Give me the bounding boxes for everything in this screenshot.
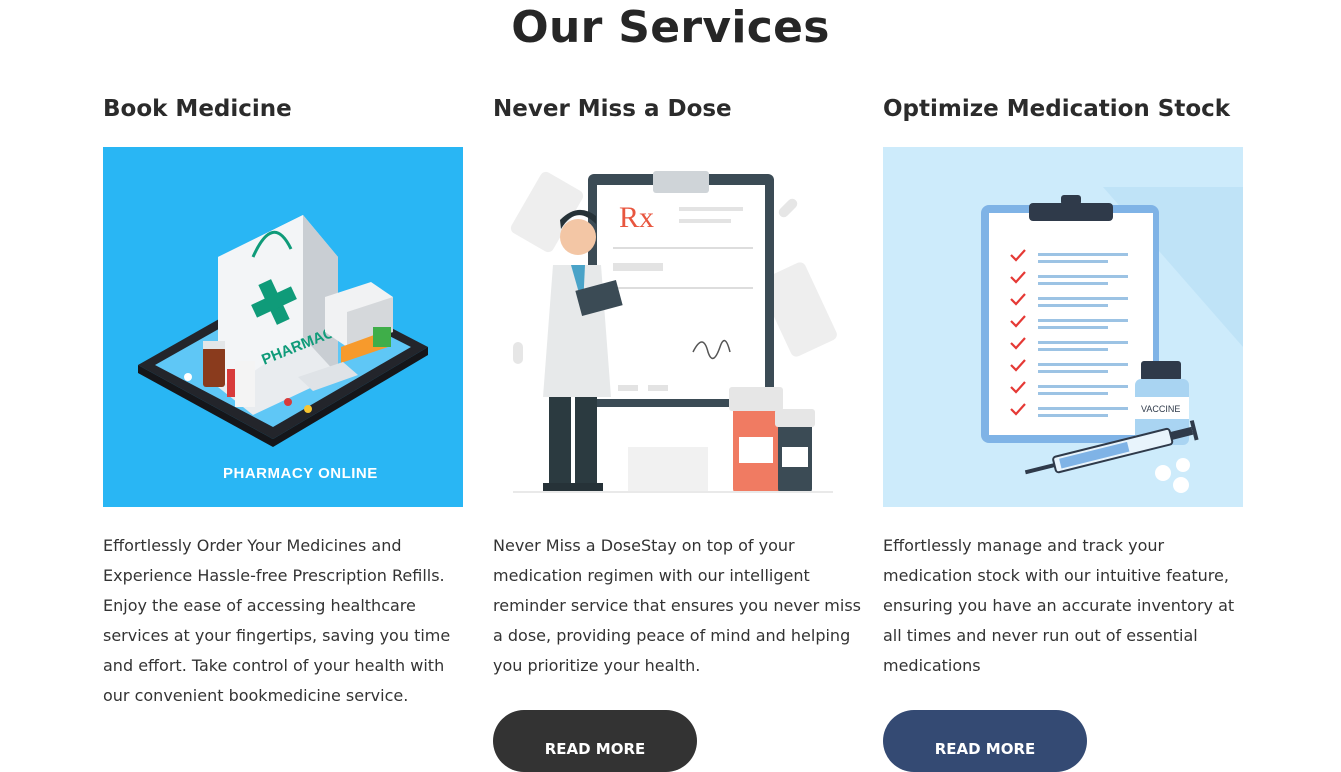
service-title: Book Medicine (103, 96, 292, 122)
service-card-never-miss-a-dose: Never Miss a Dose Rx Never Miss a DoseSt… (493, 94, 861, 772)
service-description: Effortlessly manage and track your medic… (883, 536, 1235, 675)
service-description: Effortlessly Order Your Medicines and Ex… (103, 536, 451, 705)
service-title: Optimize Medication Stock (883, 96, 1231, 122)
medication-stock-illustration: VACCINE (883, 147, 1243, 507)
page-title: Our Services (511, 2, 830, 53)
service-title: Never Miss a Dose (493, 96, 732, 122)
vaccine-text: VACCINE (1141, 404, 1180, 414)
pharmacy-online-illustration: PHARMACY PHARMACY ONLINE (103, 147, 463, 507)
doctor-prescription-illustration: Rx (493, 147, 853, 507)
pharmacy-online-text: PHARMACY ONLINE (223, 465, 378, 482)
service-card-optimize-medication-stock: Optimize Medication Stock VACCINE Effort… (883, 94, 1243, 772)
read-more-button[interactable]: READ MORE (883, 710, 1087, 772)
service-description: Never Miss a DoseStay on top of your med… (493, 536, 861, 675)
read-more-button[interactable]: READ MORE (493, 710, 697, 772)
rx-text: Rx (619, 201, 654, 234)
service-card-book-medicine: Book Medicine PHARMACY PHARMACY ONLINE E… (103, 94, 463, 705)
